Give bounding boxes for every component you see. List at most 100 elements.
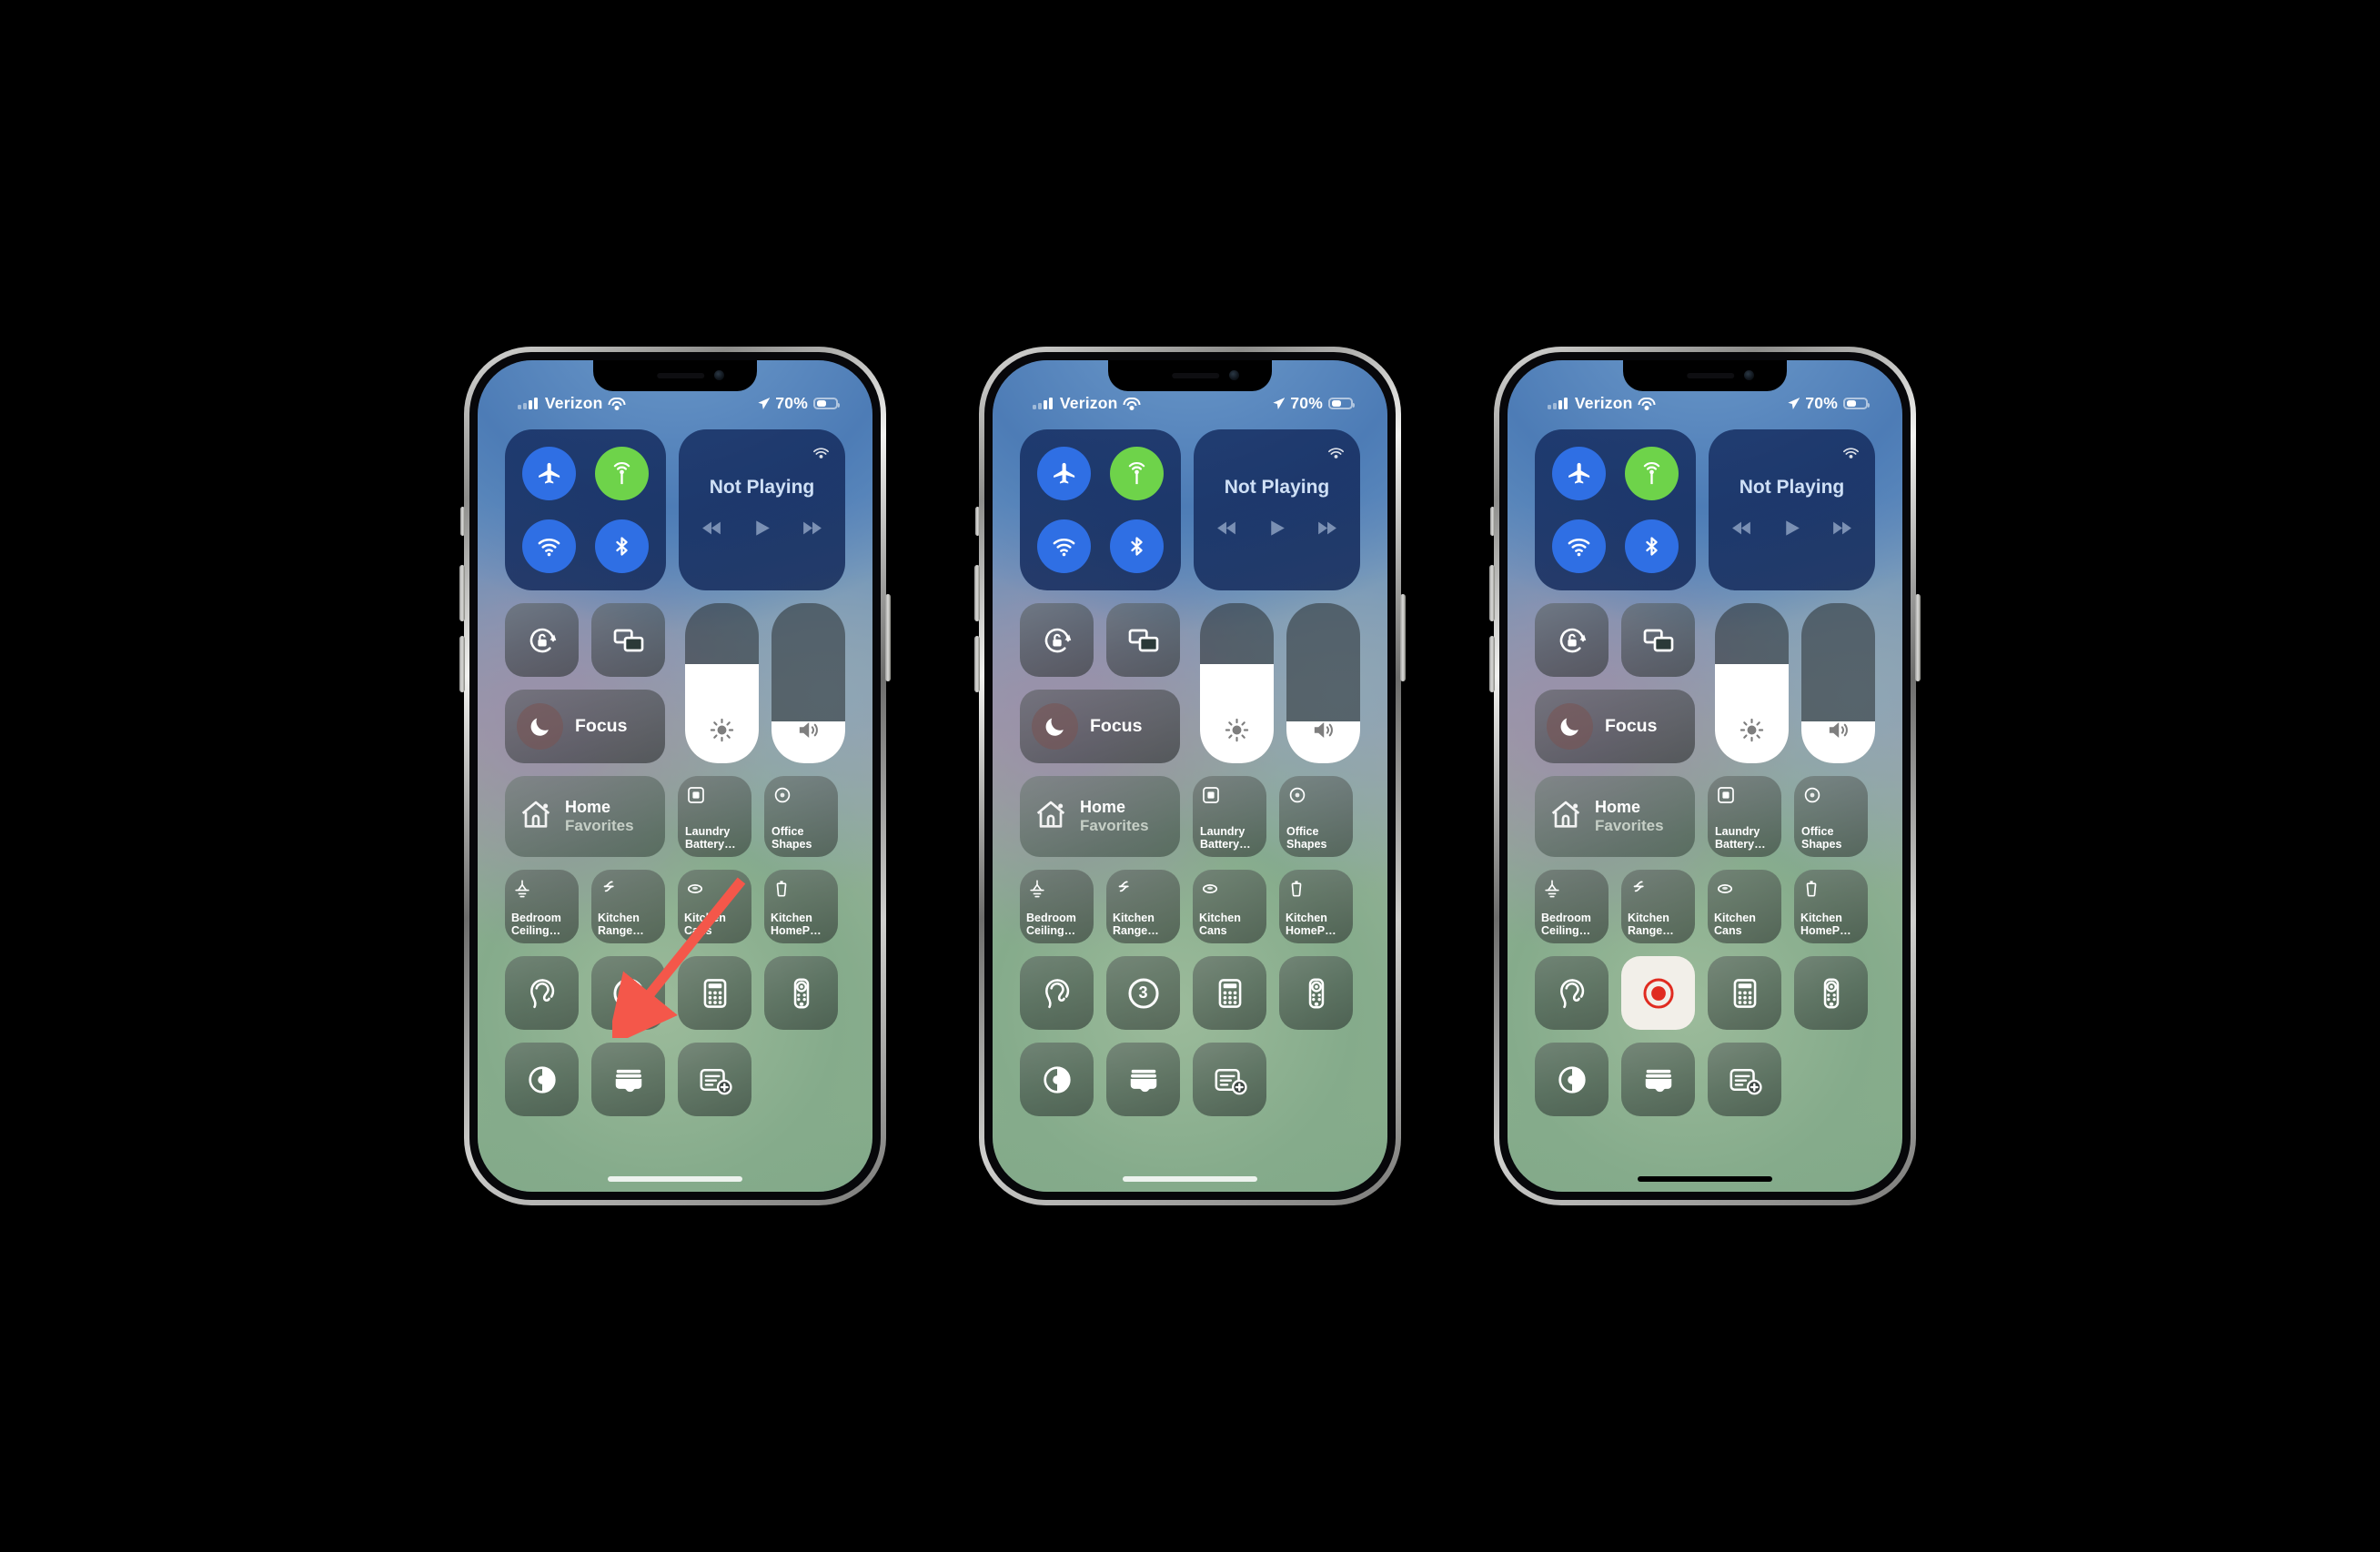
home-favorites-tile[interactable]: Home Favorites [1020, 776, 1180, 857]
home-accessory-tile[interactable]: Laundry Battery… [678, 776, 751, 857]
hearing-toggle[interactable] [505, 956, 579, 1030]
brightness-slider[interactable] [685, 603, 759, 763]
apple-tv-remote-shortcut[interactable] [1279, 956, 1353, 1030]
home-device-tile[interactable]: Kitchen Cans [1193, 870, 1266, 943]
airplay-audio-icon[interactable] [811, 441, 832, 467]
home-device-tile[interactable]: Kitchen Range… [1621, 870, 1695, 943]
rewind-icon[interactable] [1730, 517, 1753, 544]
airplay-audio-icon[interactable] [1326, 441, 1346, 467]
home-device-tile[interactable]: Kitchen HomeP… [1279, 870, 1353, 943]
quick-note-shortcut[interactable] [1193, 1043, 1266, 1116]
screen-mirroring-toggle[interactable] [1106, 603, 1180, 677]
home-device-tile[interactable]: Kitchen Range… [591, 870, 665, 943]
home-accessory-tile[interactable]: Office Shapes [764, 776, 838, 857]
home-device-tile[interactable]: Kitchen HomeP… [764, 870, 838, 943]
home-accessory-tile[interactable]: Laundry Battery… [1193, 776, 1266, 857]
volume-up-button[interactable] [459, 565, 465, 621]
home-indicator[interactable] [1123, 1176, 1257, 1182]
airplane-mode-toggle[interactable] [1037, 447, 1092, 501]
home-indicator[interactable] [1638, 1176, 1772, 1182]
volume-slider[interactable] [1286, 603, 1360, 763]
volume-up-button[interactable] [974, 565, 980, 621]
bluetooth-toggle[interactable] [1109, 519, 1164, 573]
power-button[interactable] [885, 594, 891, 681]
brightness-slider[interactable] [1200, 603, 1274, 763]
rotation-lock-toggle[interactable] [1020, 603, 1094, 677]
screen-mirroring-toggle[interactable] [591, 603, 665, 677]
screen-record-button[interactable] [591, 956, 665, 1030]
volume-down-button[interactable] [459, 636, 465, 692]
quick-note-shortcut[interactable] [1708, 1043, 1781, 1116]
airplay-audio-icon[interactable] [1840, 441, 1861, 467]
screen-mirroring-toggle[interactable] [1621, 603, 1695, 677]
home-accessory-tile[interactable]: Office Shapes [1794, 776, 1868, 857]
cellular-data-toggle[interactable] [1624, 447, 1679, 501]
apple-tv-remote-shortcut[interactable] [764, 956, 838, 1030]
power-button[interactable] [1400, 594, 1406, 681]
apple-tv-remote-shortcut[interactable] [1794, 956, 1868, 1030]
home-favorites-tile[interactable]: Home Favorites [505, 776, 665, 857]
focus-toggle[interactable]: Focus [1535, 690, 1695, 763]
wallet-shortcut[interactable] [591, 1043, 665, 1116]
wallet-shortcut[interactable] [1106, 1043, 1180, 1116]
rewind-icon[interactable] [701, 517, 723, 544]
home-indicator[interactable] [608, 1176, 742, 1182]
dark-mode-toggle[interactable] [1535, 1043, 1609, 1116]
bluetooth-toggle[interactable] [1624, 519, 1679, 573]
calculator-shortcut[interactable] [1193, 956, 1266, 1030]
airplane-mode-toggle[interactable] [1552, 447, 1607, 501]
volume-slider[interactable] [771, 603, 845, 763]
dark-mode-toggle[interactable] [1020, 1043, 1094, 1116]
home-favorites-tile[interactable]: Home Favorites [1535, 776, 1695, 857]
volume-slider[interactable] [1801, 603, 1875, 763]
home-accessory-tile[interactable]: Office Shapes [1279, 776, 1353, 857]
wifi-toggle[interactable] [1037, 519, 1092, 573]
home-device-tile[interactable]: Kitchen HomeP… [1794, 870, 1868, 943]
hearing-toggle[interactable] [1535, 956, 1609, 1030]
screen-record-button[interactable] [1621, 956, 1695, 1030]
screen-record-button[interactable]: 3 [1106, 956, 1180, 1030]
cellular-data-toggle[interactable] [1109, 447, 1164, 501]
volume-down-button[interactable] [974, 636, 980, 692]
now-playing-module[interactable]: Not Playing [679, 429, 845, 590]
wallet-shortcut[interactable] [1621, 1043, 1695, 1116]
play-icon[interactable] [1266, 517, 1288, 544]
home-device-tile[interactable]: Bedroom Ceiling… [1020, 870, 1094, 943]
volume-down-button[interactable] [1489, 636, 1495, 692]
dark-mode-toggle[interactable] [505, 1043, 579, 1116]
airplane-mode-toggle[interactable] [522, 447, 577, 501]
rotation-lock-toggle[interactable] [1535, 603, 1609, 677]
play-icon[interactable] [1780, 517, 1803, 544]
now-playing-module[interactable]: Not Playing [1709, 429, 1875, 590]
home-device-tile[interactable]: Kitchen Cans [1708, 870, 1781, 943]
home-device-tile[interactable]: Bedroom Ceiling… [505, 870, 579, 943]
quick-note-shortcut[interactable] [678, 1043, 751, 1116]
focus-toggle[interactable]: Focus [1020, 690, 1180, 763]
calculator-shortcut[interactable] [678, 956, 751, 1030]
calculator-shortcut[interactable] [1708, 956, 1781, 1030]
fast-forward-icon[interactable] [1830, 517, 1853, 544]
hearing-toggle[interactable] [1020, 956, 1094, 1030]
bluetooth-toggle[interactable] [594, 519, 649, 573]
volume-up-button[interactable] [1489, 565, 1495, 621]
mute-switch[interactable] [975, 507, 980, 536]
wifi-toggle[interactable] [1552, 519, 1607, 573]
fast-forward-icon[interactable] [1316, 517, 1338, 544]
mute-switch[interactable] [1490, 507, 1495, 536]
home-device-tile[interactable]: Kitchen Cans [678, 870, 751, 943]
phone-screen: Verizon 70% Not Playing Focus Home Favor… [478, 360, 872, 1192]
rewind-icon[interactable] [1215, 517, 1238, 544]
mute-switch[interactable] [460, 507, 465, 536]
brightness-slider[interactable] [1715, 603, 1789, 763]
home-device-tile[interactable]: Kitchen Range… [1106, 870, 1180, 943]
focus-toggle[interactable]: Focus [505, 690, 665, 763]
home-device-tile[interactable]: Bedroom Ceiling… [1535, 870, 1609, 943]
power-button[interactable] [1915, 594, 1921, 681]
fast-forward-icon[interactable] [801, 517, 823, 544]
cellular-data-toggle[interactable] [594, 447, 649, 501]
wifi-toggle[interactable] [522, 519, 577, 573]
now-playing-module[interactable]: Not Playing [1194, 429, 1360, 590]
play-icon[interactable] [751, 517, 773, 544]
rotation-lock-toggle[interactable] [505, 603, 579, 677]
home-accessory-tile[interactable]: Laundry Battery… [1708, 776, 1781, 857]
